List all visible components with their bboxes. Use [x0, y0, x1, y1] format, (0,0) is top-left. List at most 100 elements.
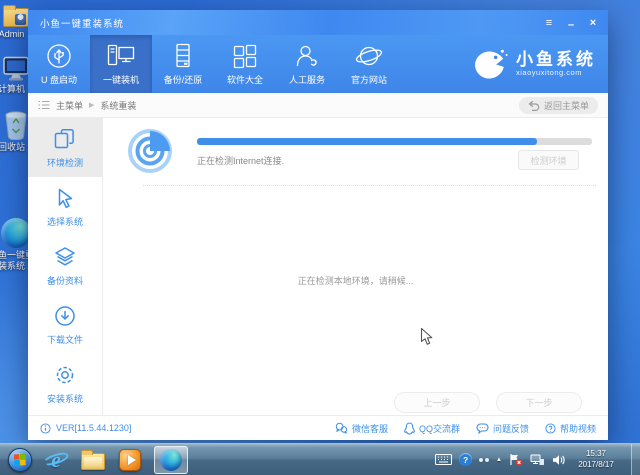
clock-date: 2017/8/17	[578, 459, 614, 469]
nav-label: 一键装机	[102, 74, 139, 85]
breadcrumb: 主菜单 ▶ 系统重装 返回主菜单	[28, 93, 608, 118]
help-icon	[545, 422, 556, 434]
cursor-select-icon	[58, 188, 73, 208]
taskbar-clock[interactable]: 15:37 2017/8/17	[572, 449, 620, 471]
nav-label: 官方网站	[350, 74, 387, 85]
windows-flag-icon	[13, 453, 26, 466]
taskbar-item-internet-explorer[interactable]: e	[42, 447, 70, 473]
sidebar-label: 安装系统	[46, 393, 83, 404]
sidebar-label: 备份资料	[46, 275, 83, 286]
fish-icon	[475, 49, 508, 79]
keyboard-icon[interactable]	[435, 454, 453, 465]
feedback-link[interactable]: 问题反馈	[476, 422, 529, 435]
window-title: 小鱼一键重装系统	[40, 18, 125, 30]
edge-swirl-icon	[160, 448, 182, 471]
taskbar-item-file-explorer[interactable]	[80, 447, 106, 473]
layers-icon	[55, 246, 75, 266]
detect-status-text: 正在检测Internet连接.	[197, 156, 285, 166]
desktop-icon-admin[interactable]: Admin	[0, 3, 31, 40]
next-step-button[interactable]: 下一步	[496, 392, 582, 413]
nav-item-usb-boot[interactable]: U 盘启动	[28, 35, 90, 93]
wechat-icon	[335, 422, 348, 434]
desktop-icon-computer[interactable]: 计算机	[0, 56, 31, 95]
sidebar-item-download-files[interactable]: 下载文件	[28, 295, 102, 354]
start-button[interactable]	[8, 447, 32, 472]
progress-fill	[197, 138, 537, 145]
window-body: 环境检测 选择系统 备份资料 下载文件 安装系统 正在检测Internet连接.…	[28, 118, 608, 415]
nav-item-software[interactable]: 软件大全	[214, 35, 276, 93]
footer-link-label: QQ交流群	[418, 423, 460, 434]
steps-sidebar: 环境检测 选择系统 备份资料 下载文件 安装系统	[28, 118, 103, 415]
brand-title: 小鱼系统	[516, 49, 596, 69]
help-badge-icon[interactable]: ?	[459, 453, 473, 466]
window-footer: VER[11.5.44.1230] 微信客服 QQ交流群 问题反馈 帮助视频	[28, 415, 608, 440]
apps-grid-icon	[233, 44, 257, 68]
sidebar-label: 环境检测	[46, 157, 83, 168]
show-desktop-button[interactable]	[631, 444, 640, 475]
sidebar-label: 下载文件	[46, 334, 83, 345]
qq-icon	[404, 421, 415, 435]
desktop: Admin 计算机 回收站 小鱼一键重装系统 小鱼一键重装系统 ≡ – ×	[0, 0, 640, 475]
window-controls: ≡ – ×	[540, 15, 602, 31]
version-text: VER[11.5.44.1230]	[56, 423, 132, 433]
sidebar-label: 选择系统	[46, 216, 83, 227]
back-button-label: 返回主菜单	[543, 100, 589, 111]
desktop-icon-xiaoyu[interactable]: 小鱼一键重装系统	[0, 218, 34, 272]
computer-icon	[107, 44, 135, 65]
taskbar-item-media-player[interactable]	[117, 447, 143, 473]
main-content: 正在检测Internet连接. 检测环境 正在检测本地环境，请稍候... 上一步…	[103, 118, 608, 415]
folder-icon	[3, 5, 29, 27]
system-tray: ? ▲ 15:37 2017/8/17	[435, 444, 640, 475]
server-icon	[176, 43, 190, 67]
help-video-link[interactable]: 帮助视频	[545, 422, 596, 435]
taskbar-item-edge-active[interactable]	[154, 445, 188, 474]
top-nav: U 盘启动 一键装机 备份/还原 软件大全 人工服务 官方网站 小鱼系统 xia…	[28, 35, 608, 93]
nav-label: U 盘启动	[40, 74, 77, 85]
breadcrumb-separator-icon: ▶	[89, 102, 95, 109]
brand-subtitle: xiaoyuxitong.com	[516, 68, 582, 78]
back-arrow-icon	[528, 100, 540, 111]
breadcrumb-root[interactable]: 主菜单	[56, 99, 83, 112]
clock-time: 15:37	[585, 448, 607, 458]
taskbar-apps: e	[0, 445, 188, 474]
network-icon[interactable]	[530, 454, 545, 466]
sidebar-item-backup-data[interactable]: 备份资料	[28, 236, 102, 295]
nav-label: 备份/还原	[163, 74, 203, 85]
nav-label: 软件大全	[226, 74, 263, 85]
desktop-icon-recycle-bin[interactable]: 回收站	[0, 110, 31, 153]
menu-button[interactable]: ≡	[540, 15, 558, 31]
tray-expand-caret-icon[interactable]: ▲	[496, 457, 502, 463]
volume-icon[interactable]	[552, 454, 565, 466]
footer-link-label: 问题反馈	[492, 423, 529, 434]
wechat-support-link[interactable]: 微信客服	[335, 422, 388, 435]
action-center-flag-icon[interactable]	[509, 453, 523, 466]
previous-step-button[interactable]: 上一步	[394, 392, 480, 413]
user-badge-icon	[15, 14, 26, 25]
qq-group-link[interactable]: QQ交流群	[404, 421, 460, 435]
dotted-separator	[143, 185, 596, 186]
sidebar-item-env-detect[interactable]: 环境检测	[28, 118, 102, 177]
sidebar-item-install-system[interactable]: 安装系统	[28, 354, 102, 413]
language-bar-icon[interactable]	[479, 457, 490, 462]
minimize-button[interactable]: –	[562, 15, 580, 31]
folder-icon	[81, 449, 105, 470]
progress-bar	[197, 138, 592, 145]
detect-env-button[interactable]: 检测环境	[518, 150, 579, 170]
close-button[interactable]: ×	[584, 15, 602, 31]
return-main-menu-button[interactable]: 返回主菜单	[518, 96, 598, 114]
env-detect-icon	[54, 128, 74, 148]
footer-links: 微信客服 QQ交流群 问题反馈 帮助视频	[335, 421, 596, 435]
sidebar-item-select-system[interactable]: 选择系统	[28, 177, 102, 236]
nav-item-one-click-install[interactable]: 一键装机	[90, 35, 152, 93]
nav-item-backup-restore[interactable]: 备份/还原	[152, 35, 214, 93]
radar-scan-icon	[128, 129, 172, 173]
edge-swirl-icon	[1, 218, 31, 248]
nav-label: 人工服务	[288, 74, 325, 85]
gear-icon	[56, 366, 74, 383]
nav-item-website[interactable]: 官方网站	[338, 35, 400, 93]
nav-item-support[interactable]: 人工服务	[276, 35, 338, 93]
info-icon	[40, 422, 51, 434]
footer-link-label: 微信客服	[351, 423, 388, 434]
media-player-icon	[119, 448, 141, 471]
feedback-icon	[476, 422, 489, 434]
